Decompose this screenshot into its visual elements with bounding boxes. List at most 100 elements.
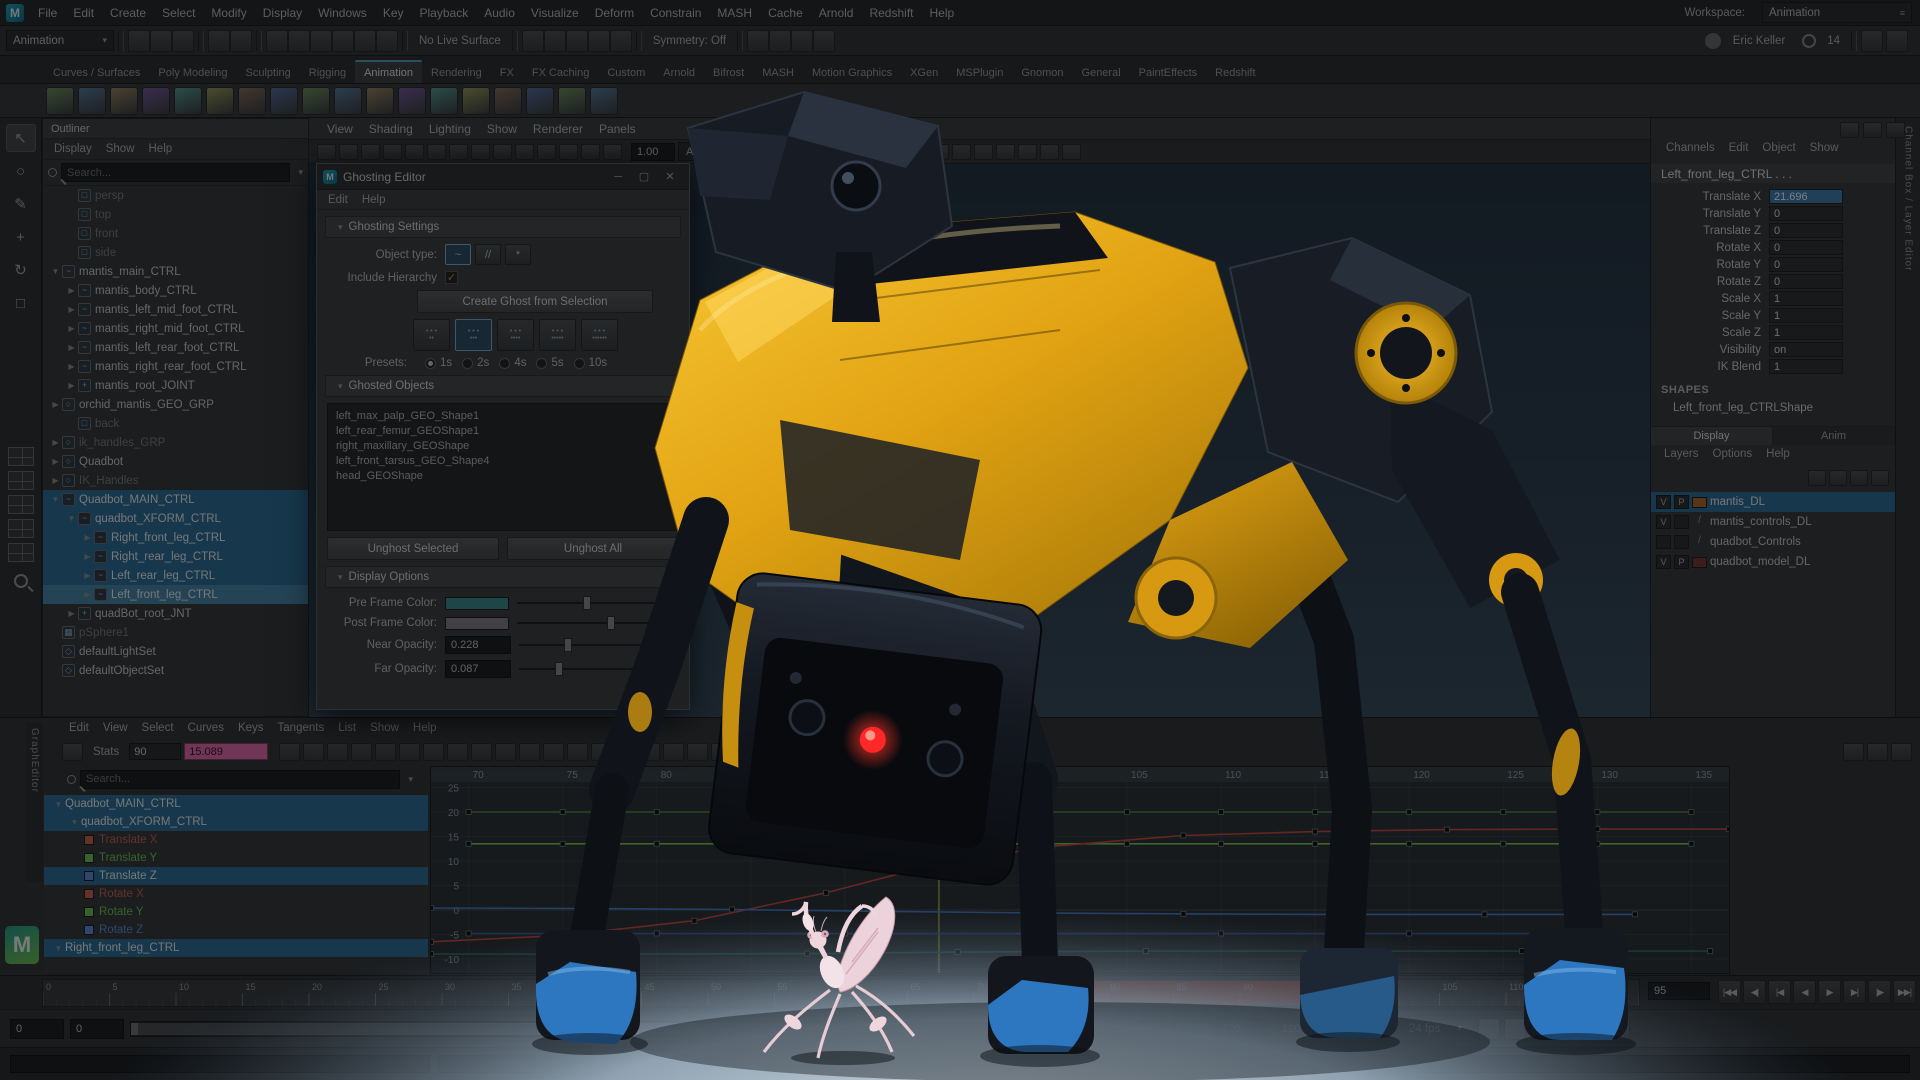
graph-editor-search-input[interactable] (80, 770, 400, 789)
plateau-tangent-icon[interactable] (471, 743, 492, 761)
display-layer-mantis-dl[interactable]: VPmantis_DL (1651, 492, 1895, 512)
ghosting-settings-section[interactable]: ▾Ghosting Settings (325, 216, 681, 238)
fps-label[interactable]: 24 fps (1402, 1023, 1447, 1035)
range-start-handle[interactable] (131, 1023, 138, 1035)
shelf-tab-rendering[interactable]: Rendering (422, 62, 491, 83)
user-avatar[interactable] (1705, 33, 1721, 49)
ghosted-object-head-geoshape[interactable]: head_GEOShape (328, 468, 678, 483)
display-layer-mantis-controls-dl[interactable]: V/mantis_controls_DL (1651, 512, 1895, 532)
open-scene-icon[interactable] (150, 30, 172, 52)
select-tool-icon[interactable]: ↖ (6, 124, 36, 152)
depth-of-field-icon[interactable] (1018, 144, 1037, 160)
ghosted-object-left-max-palp-geo-shape1[interactable]: left_max_palp_GEO_Shape1 (328, 408, 678, 423)
viewport-menu-lighting[interactable]: Lighting (421, 122, 479, 136)
outliner-menu-show[interactable]: Show (99, 143, 142, 155)
range-slider-track[interactable] (130, 1021, 1210, 1037)
move-layer-up-icon[interactable] (1808, 470, 1826, 486)
command-line-input[interactable] (10, 1055, 430, 1073)
outliner-item-defaultobjectset[interactable]: ◇defaultObjectSet (43, 661, 308, 680)
slider-handle[interactable] (564, 638, 572, 652)
tree-toggle-icon[interactable]: ▶ (81, 533, 94, 542)
outliner-item-right-front-leg-ctrl[interactable]: ▶~Right_front_leg_CTRL (43, 528, 308, 547)
outliner-menu-display[interactable]: Display (47, 143, 99, 155)
launch-hypershade-icon[interactable] (610, 30, 632, 52)
swap-buffer-curve-icon[interactable] (543, 743, 564, 761)
screen-space-ao-icon[interactable] (952, 144, 971, 160)
shelf-tab-xgen[interactable]: XGen (901, 62, 947, 83)
preset-option-4s[interactable]: 4s (489, 357, 526, 369)
gate-mask-icon[interactable] (471, 144, 490, 160)
soft-select-icon[interactable] (769, 30, 791, 52)
move-layer-down-icon[interactable] (1829, 470, 1847, 486)
resolution-gate-icon[interactable] (515, 144, 534, 160)
channel-box-menu-show[interactable]: Show (1803, 142, 1846, 154)
field-chart-icon[interactable] (537, 144, 556, 160)
template-channel-icon[interactable] (711, 743, 732, 761)
menubar-item-file[interactable]: File (30, 6, 65, 20)
oversampling-icon[interactable] (449, 144, 468, 160)
ge-outliner-item-rotate-y[interactable]: Rotate Y (44, 903, 428, 921)
pre-frame-color-slider[interactable] (517, 596, 667, 610)
menubar-item-edit[interactable]: Edit (65, 6, 102, 20)
unghost-selected-button[interactable]: Unghost Selected (327, 537, 499, 560)
preset-option-10s[interactable]: 10s (564, 357, 608, 369)
snap-to-point-icon[interactable] (310, 30, 332, 52)
channel-value-field[interactable]: 1 (1769, 325, 1843, 340)
outliner-item-left-rear-leg-ctrl[interactable]: ▶~Left_rear_leg_CTRL (43, 566, 308, 585)
display-layer-quadbot-model-dl[interactable]: VPquadbot_model_DL (1651, 552, 1895, 572)
ghost-custom-frames-icon[interactable]: * (505, 244, 531, 265)
ik-handle-icon[interactable] (462, 87, 490, 115)
graph-editor-curve-view[interactable]: 2520151050-5-107075808590951001051101151… (430, 766, 1730, 974)
pose-editor-icon[interactable] (334, 87, 362, 115)
safe-title-icon[interactable] (581, 144, 600, 160)
multisample-aa-icon[interactable] (996, 144, 1015, 160)
center-current-time-icon[interactable] (1891, 743, 1912, 761)
shape-node-name[interactable]: Left_front_leg_CTRLShape (1673, 402, 1813, 414)
layer-visibility-toggle[interactable]: V (1656, 515, 1671, 529)
graph-editor-menu-keys[interactable]: Keys (231, 722, 271, 734)
blend-shape-icon[interactable] (558, 87, 586, 115)
frame-all-icon[interactable] (1843, 743, 1864, 761)
playback-end-field[interactable]: 120 (1216, 1019, 1270, 1039)
channel-box-menu-object[interactable]: Object (1755, 142, 1802, 154)
go-to-end-button[interactable]: ▶▶| (1893, 980, 1916, 1004)
textured-icon[interactable] (886, 144, 905, 160)
maximize-icon[interactable]: ▢ (631, 167, 657, 187)
minimize-icon[interactable]: ─ (605, 167, 631, 187)
auto-tangent-icon[interactable] (495, 743, 516, 761)
channel-value-field[interactable]: 21.696 (1769, 189, 1843, 204)
four-pane-layout-icon[interactable] (8, 519, 34, 538)
rotate-tool-icon[interactable]: ↻ (6, 256, 36, 284)
channel-value-field[interactable]: 1 (1769, 291, 1843, 306)
safe-action-icon[interactable] (559, 144, 578, 160)
anim-layer-snap-icon[interactable] (1530, 1018, 1552, 1040)
buffer-curve-snapshot-icon[interactable] (519, 743, 540, 761)
new-empty-layer-icon[interactable] (1850, 470, 1868, 486)
value-snap-icon[interactable] (687, 743, 708, 761)
image-plane-icon[interactable] (405, 144, 424, 160)
menubar-item-help[interactable]: Help (922, 6, 963, 20)
save-scene-icon[interactable] (172, 30, 194, 52)
symmetry-settings-icon[interactable] (791, 30, 813, 52)
step-back-key-button[interactable]: |◀ (1768, 980, 1791, 1004)
range-end-handle[interactable] (1202, 1023, 1209, 1035)
free-tangent-weight-icon[interactable] (615, 743, 636, 761)
ge-outliner-item-quadbot-xform-ctrl[interactable]: ▼quadbot_XFORM_CTRL (44, 813, 428, 831)
chevron-down-icon[interactable]: ▾ (298, 167, 303, 178)
menubar-item-create[interactable]: Create (102, 6, 154, 20)
viewport-menu-panels[interactable]: Panels (591, 122, 644, 136)
post-frame-color-slider[interactable] (517, 616, 667, 630)
outliner-persp-layout-icon[interactable] (8, 543, 34, 562)
insert-keys-icon[interactable] (303, 743, 324, 761)
step-forward-frame-button[interactable]: |▶ (1868, 980, 1891, 1004)
layer-type-icon[interactable]: / (1692, 535, 1707, 549)
menubar-item-select[interactable]: Select (154, 6, 203, 20)
clamped-tangent-icon[interactable] (375, 743, 396, 761)
undo-icon[interactable] (208, 30, 230, 52)
layer-color-swatch[interactable] (1692, 557, 1707, 568)
tree-toggle-icon[interactable]: ▼ (49, 495, 62, 504)
menubar-item-playback[interactable]: Playback (412, 6, 477, 20)
isolate-select-icon[interactable] (1040, 144, 1059, 160)
tree-toggle-icon[interactable]: ▶ (49, 457, 62, 466)
far-opacity-slider[interactable] (519, 662, 669, 676)
